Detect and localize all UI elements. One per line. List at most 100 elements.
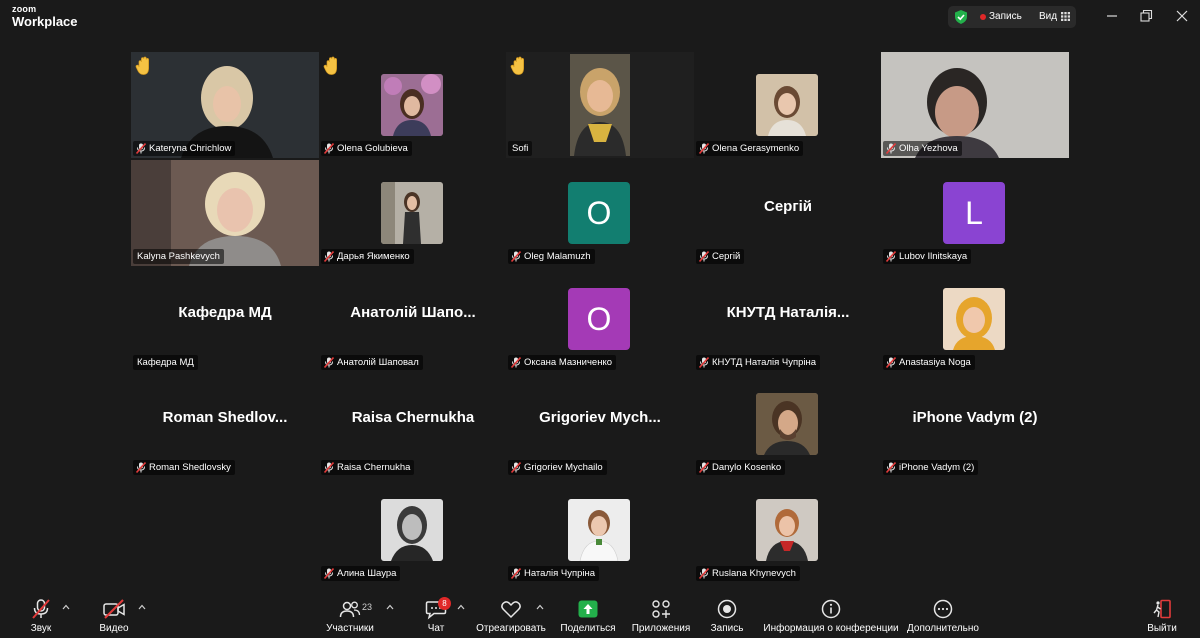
participant-tile[interactable]: Сергій Сергій — [694, 160, 882, 266]
mic-muted-icon — [324, 568, 334, 579]
participant-tile[interactable]: Grigoriev Mych... Grigoriev Mychailo — [506, 371, 694, 477]
participant-name-tag: Danylo Kosenko — [696, 460, 786, 475]
participant-display-name: Сергій — [764, 198, 812, 215]
participant-name-tag: iPhone Vadym (2) — [883, 460, 979, 475]
participant-name-tag: Кафедра МД — [133, 355, 198, 370]
participant-tile[interactable]: Raisa Chernukha Raisa Chernukha — [319, 371, 507, 477]
restore-icon[interactable] — [1136, 7, 1156, 25]
leave-meeting-button[interactable]: Выйти — [1146, 590, 1178, 638]
recording-indicator-label[interactable]: Запись — [989, 11, 1022, 22]
more-button[interactable]: Дополнительно — [907, 590, 979, 638]
raised-hand-icon — [135, 56, 153, 76]
apps-button[interactable]: Приложения — [631, 590, 691, 638]
participant-tile[interactable]: Roman Shedlov... Roman Shedlovsky — [131, 371, 319, 477]
participants-options-chevron-up-icon[interactable] — [385, 603, 395, 611]
participant-name-tag: Roman Shedlovsky — [133, 460, 235, 475]
close-icon[interactable] — [1172, 7, 1192, 25]
participant-name: Оксана Мазниченко — [524, 357, 612, 368]
chat-options-chevron-up-icon[interactable] — [456, 603, 466, 611]
audio-label: Звук — [30, 623, 52, 634]
participant-tile[interactable]: Anastasiya Noga — [881, 266, 1069, 372]
participant-tile[interactable]: iPhone Vadym (2) iPhone Vadym (2) — [881, 371, 1069, 477]
participant-tile[interactable]: Анатолій Шапо... Анатолій Шаповал — [319, 266, 507, 372]
participant-tile[interactable]: Kalyna Pashkevych — [131, 160, 319, 266]
participant-letter-avatar: O — [568, 288, 630, 350]
participant-tile-active-speaker[interactable]: Sofi — [506, 52, 694, 158]
mic-muted-icon — [136, 462, 146, 473]
raised-hand-icon — [510, 56, 528, 76]
participant-tile[interactable]: Olena Gerasymenko — [694, 52, 882, 158]
view-button[interactable]: Вид — [1039, 11, 1057, 22]
mic-muted-icon — [699, 462, 709, 473]
record-button[interactable]: Запись — [709, 590, 745, 638]
participant-name: Olha Yezhova — [899, 143, 958, 154]
gallery-grid-icon[interactable] — [1061, 12, 1070, 21]
participant-display-name: Анатолій Шапо... — [350, 304, 476, 321]
react-options-chevron-up-icon[interactable] — [535, 603, 545, 611]
participant-tile[interactable]: O Oleg Malamuzh — [506, 160, 694, 266]
video-button[interactable]: Видео — [98, 590, 130, 638]
mic-muted-icon — [886, 143, 896, 154]
participant-tile[interactable]: Danylo Kosenko — [694, 371, 882, 477]
mic-muted-icon — [324, 357, 334, 368]
participant-name: Raisa Chernukha — [337, 462, 411, 473]
participant-avatar — [756, 74, 818, 136]
participant-name-tag: Сергій — [696, 249, 745, 264]
mic-muted-icon — [886, 357, 896, 368]
participant-name-tag: Lubov Ilnitskaya — [883, 249, 972, 264]
logo-small-text: zoom — [12, 4, 37, 14]
participant-tile[interactable]: L Lubov Ilnitskaya — [881, 160, 1069, 266]
apps-icon — [652, 600, 670, 618]
participant-tile[interactable]: Ruslana Khynevych — [694, 477, 882, 583]
participant-name: Lubov Ilnitskaya — [899, 251, 968, 262]
participant-name: Olena Golubieva — [337, 143, 408, 154]
heart-icon — [501, 601, 521, 619]
mic-muted-icon — [699, 357, 709, 368]
participant-name-tag: Olena Gerasymenko — [696, 141, 804, 156]
mic-muted-icon — [511, 357, 521, 368]
participant-name: Roman Shedlovsky — [149, 462, 231, 473]
participant-display-name: iPhone Vadym (2) — [912, 409, 1038, 426]
chat-label: Чат — [427, 623, 445, 634]
meeting-info-button[interactable]: Информация о конференции — [763, 590, 899, 638]
participant-tile[interactable]: КНУТД Наталія... КНУТД Наталія Чупріна — [694, 266, 882, 372]
participant-tile[interactable]: Кафедра МД Кафедра МД — [131, 266, 319, 372]
share-label: Поделиться — [560, 623, 616, 634]
participant-name: Дарья Якименко — [337, 251, 410, 262]
share-screen-button[interactable]: Поделиться — [560, 590, 616, 638]
participant-tile[interactable]: O Оксана Мазниченко — [506, 266, 694, 372]
participant-tile[interactable]: Olha Yezhova — [881, 52, 1069, 158]
participant-letter-avatar: L — [943, 182, 1005, 244]
audio-button[interactable]: Звук — [26, 590, 56, 638]
video-options-chevron-up-icon[interactable] — [137, 603, 147, 611]
react-label: Отреагировать — [476, 623, 546, 634]
participant-tile[interactable]: Kateryna Chrichlow — [131, 52, 319, 158]
more-label: Дополнительно — [907, 623, 979, 634]
apps-label: Приложения — [631, 623, 691, 634]
participant-name: iPhone Vadym (2) — [899, 462, 975, 473]
mic-muted-icon — [511, 251, 521, 262]
participant-tile[interactable]: Дарья Якименко — [319, 160, 507, 266]
participant-name-tag: Kalyna Pashkevych — [133, 249, 224, 264]
encryption-shield-icon[interactable] — [953, 9, 969, 25]
minimize-icon[interactable] — [1102, 7, 1122, 25]
participant-tile[interactable]: Алина Шаура — [319, 477, 507, 583]
participant-tile[interactable]: Olena Golubieva — [319, 52, 507, 158]
mic-muted-icon — [324, 251, 334, 262]
meeting-toolbar: Звук Видео Участники 23 Чат 8 Отреагиров… — [0, 590, 1200, 638]
participant-name: Сергій — [712, 251, 741, 262]
mic-muted-icon — [699, 568, 709, 579]
participant-avatar — [943, 288, 1005, 350]
meeting-info-label: Информация о конференции — [763, 623, 899, 634]
participants-label: Участники — [326, 623, 374, 634]
participant-display-name: Кафедра МД — [178, 304, 272, 321]
participant-tile[interactable]: Наталія Чупріна — [506, 477, 694, 583]
audio-options-chevron-up-icon[interactable] — [61, 603, 71, 611]
react-button[interactable]: Отреагировать — [476, 590, 546, 638]
share-screen-icon — [578, 600, 598, 618]
participant-name: Ruslana Khynevych — [712, 568, 796, 579]
participant-avatar — [381, 74, 443, 136]
participant-display-name: Roman Shedlov... — [162, 409, 288, 426]
participant-name-tag: Kateryna Chrichlow — [133, 141, 236, 156]
participants-button[interactable]: Участники — [323, 590, 377, 638]
